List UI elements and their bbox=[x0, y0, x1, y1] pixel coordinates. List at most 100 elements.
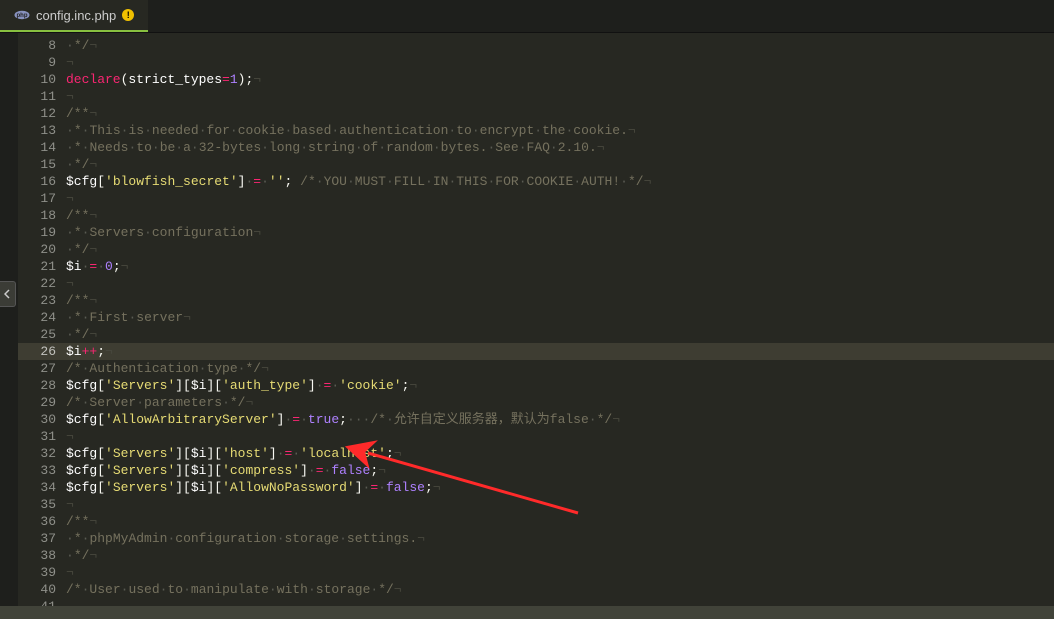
line-number: 23 bbox=[18, 292, 66, 309]
panel-toggle-handle[interactable] bbox=[0, 281, 16, 307]
line-number: 37 bbox=[18, 530, 66, 547]
code-line[interactable]: 25·*/¬ bbox=[18, 326, 1054, 343]
code-line[interactable]: 20·*/¬ bbox=[18, 241, 1054, 258]
code-line[interactable]: 19·*·Servers·configuration¬ bbox=[18, 224, 1054, 241]
svg-text:php: php bbox=[17, 13, 28, 19]
line-content: ·*/¬ bbox=[66, 326, 1054, 343]
line-content: ·*·Servers·configuration¬ bbox=[66, 224, 1054, 241]
line-number: 14 bbox=[18, 139, 66, 156]
line-content: $cfg['Servers'][$i]['auth_type']·=·'cook… bbox=[66, 377, 1054, 394]
code-line[interactable]: 30$cfg['AllowArbitraryServer']·=·true;··… bbox=[18, 411, 1054, 428]
line-number: 20 bbox=[18, 241, 66, 258]
line-number: 41 bbox=[18, 598, 66, 606]
line-content: ¬ bbox=[66, 190, 1054, 207]
code-line[interactable]: 9¬ bbox=[18, 54, 1054, 71]
line-number: 19 bbox=[18, 224, 66, 241]
line-content: $cfg['blowfish_secret']·=·''; /*·YOU·MUS… bbox=[66, 173, 1054, 190]
line-content: /**¬ bbox=[66, 513, 1054, 530]
line-content: ·*·phpMyAdmin·configuration·storage·sett… bbox=[66, 530, 1054, 547]
code-line[interactable]: 13·*·This·is·needed·for·cookie·based·aut… bbox=[18, 122, 1054, 139]
code-line[interactable]: 40/*·User·used·to·manipulate·with·storag… bbox=[18, 581, 1054, 598]
line-content: /**¬ bbox=[66, 207, 1054, 224]
code-line[interactable]: 17¬ bbox=[18, 190, 1054, 207]
status-bar bbox=[0, 606, 1054, 619]
code-line[interactable]: 31¬ bbox=[18, 428, 1054, 445]
line-number: 22 bbox=[18, 275, 66, 292]
code-line[interactable]: 28$cfg['Servers'][$i]['auth_type']·=·'co… bbox=[18, 377, 1054, 394]
tab-config-php[interactable]: php config.inc.php ! bbox=[0, 0, 148, 32]
tab-bar: php config.inc.php ! bbox=[0, 0, 1054, 33]
line-content: ¬ bbox=[66, 88, 1054, 105]
line-number: 13 bbox=[18, 122, 66, 139]
code-line[interactable]: 36/**¬ bbox=[18, 513, 1054, 530]
line-content: $i·=·0;¬ bbox=[66, 258, 1054, 275]
line-number: 31 bbox=[18, 428, 66, 445]
line-number: 16 bbox=[18, 173, 66, 190]
code-line[interactable]: 37·*·phpMyAdmin·configuration·storage·se… bbox=[18, 530, 1054, 547]
code-line[interactable]: 34$cfg['Servers'][$i]['AllowNoPassword']… bbox=[18, 479, 1054, 496]
tab-filename: config.inc.php bbox=[36, 8, 116, 23]
line-content: ¬ bbox=[66, 54, 1054, 71]
code-line[interactable]: 21$i·=·0;¬ bbox=[18, 258, 1054, 275]
code-line[interactable]: 41 bbox=[18, 598, 1054, 606]
php-file-icon: php bbox=[14, 10, 30, 20]
code-line[interactable]: 16$cfg['blowfish_secret']·=·''; /*·YOU·M… bbox=[18, 173, 1054, 190]
code-editor[interactable]: 8·*/¬9¬10declare(strict_types=1);¬11¬12/… bbox=[18, 33, 1054, 606]
line-number: 34 bbox=[18, 479, 66, 496]
line-number: 15 bbox=[18, 156, 66, 173]
line-number: 39 bbox=[18, 564, 66, 581]
line-content: /*·Server·parameters·*/¬ bbox=[66, 394, 1054, 411]
code-line[interactable]: 12/**¬ bbox=[18, 105, 1054, 122]
line-content: ¬ bbox=[66, 428, 1054, 445]
code-line[interactable]: 38·*/¬ bbox=[18, 547, 1054, 564]
line-number: 9 bbox=[18, 54, 66, 71]
side-gutter bbox=[0, 33, 18, 606]
code-line[interactable]: 26$i++;¬ bbox=[18, 343, 1054, 360]
line-content: $cfg['Servers'][$i]['AllowNoPassword']·=… bbox=[66, 479, 1054, 496]
line-content: $cfg['AllowArbitraryServer']·=·true;···/… bbox=[66, 411, 1054, 428]
line-number: 24 bbox=[18, 309, 66, 326]
line-content: declare(strict_types=1);¬ bbox=[66, 71, 1054, 88]
line-number: 35 bbox=[18, 496, 66, 513]
line-content: /**¬ bbox=[66, 292, 1054, 309]
line-number: 12 bbox=[18, 105, 66, 122]
line-number: 30 bbox=[18, 411, 66, 428]
code-line[interactable]: 11¬ bbox=[18, 88, 1054, 105]
line-content: $cfg['Servers'][$i]['compress']·=·false;… bbox=[66, 462, 1054, 479]
line-content: ·*/¬ bbox=[66, 37, 1054, 54]
code-line[interactable]: 14·*·Needs·to·be·a·32-bytes·long·string·… bbox=[18, 139, 1054, 156]
code-line[interactable]: 22¬ bbox=[18, 275, 1054, 292]
line-number: 17 bbox=[18, 190, 66, 207]
warning-icon: ! bbox=[122, 9, 134, 21]
line-content: ·*·Needs·to·be·a·32-bytes·long·string·of… bbox=[66, 139, 1054, 156]
code-line[interactable]: 8·*/¬ bbox=[18, 37, 1054, 54]
code-line[interactable]: 33$cfg['Servers'][$i]['compress']·=·fals… bbox=[18, 462, 1054, 479]
code-line[interactable]: 10declare(strict_types=1);¬ bbox=[18, 71, 1054, 88]
line-number: 8 bbox=[18, 37, 66, 54]
line-content bbox=[66, 598, 1054, 606]
line-number: 29 bbox=[18, 394, 66, 411]
line-content: ¬ bbox=[66, 496, 1054, 513]
code-line[interactable]: 15·*/¬ bbox=[18, 156, 1054, 173]
code-line[interactable]: 23/**¬ bbox=[18, 292, 1054, 309]
line-content: /**¬ bbox=[66, 105, 1054, 122]
line-content: ·*·First·server¬ bbox=[66, 309, 1054, 326]
line-content: ¬ bbox=[66, 564, 1054, 581]
line-number: 11 bbox=[18, 88, 66, 105]
code-line[interactable]: 29/*·Server·parameters·*/¬ bbox=[18, 394, 1054, 411]
line-content: ·*/¬ bbox=[66, 241, 1054, 258]
line-content: /*·User·used·to·manipulate·with·storage·… bbox=[66, 581, 1054, 598]
line-number: 26 bbox=[18, 343, 66, 360]
line-content: ·*·This·is·needed·for·cookie·based·authe… bbox=[66, 122, 1054, 139]
code-line[interactable]: 32$cfg['Servers'][$i]['host']·=·'localho… bbox=[18, 445, 1054, 462]
code-line[interactable]: 24·*·First·server¬ bbox=[18, 309, 1054, 326]
code-line[interactable]: 18/**¬ bbox=[18, 207, 1054, 224]
code-line[interactable]: 35¬ bbox=[18, 496, 1054, 513]
code-line[interactable]: 27/*·Authentication·type·*/¬ bbox=[18, 360, 1054, 377]
line-number: 28 bbox=[18, 377, 66, 394]
line-content: ¬ bbox=[66, 275, 1054, 292]
code-line[interactable]: 39¬ bbox=[18, 564, 1054, 581]
line-content: ·*/¬ bbox=[66, 156, 1054, 173]
line-number: 21 bbox=[18, 258, 66, 275]
line-number: 32 bbox=[18, 445, 66, 462]
